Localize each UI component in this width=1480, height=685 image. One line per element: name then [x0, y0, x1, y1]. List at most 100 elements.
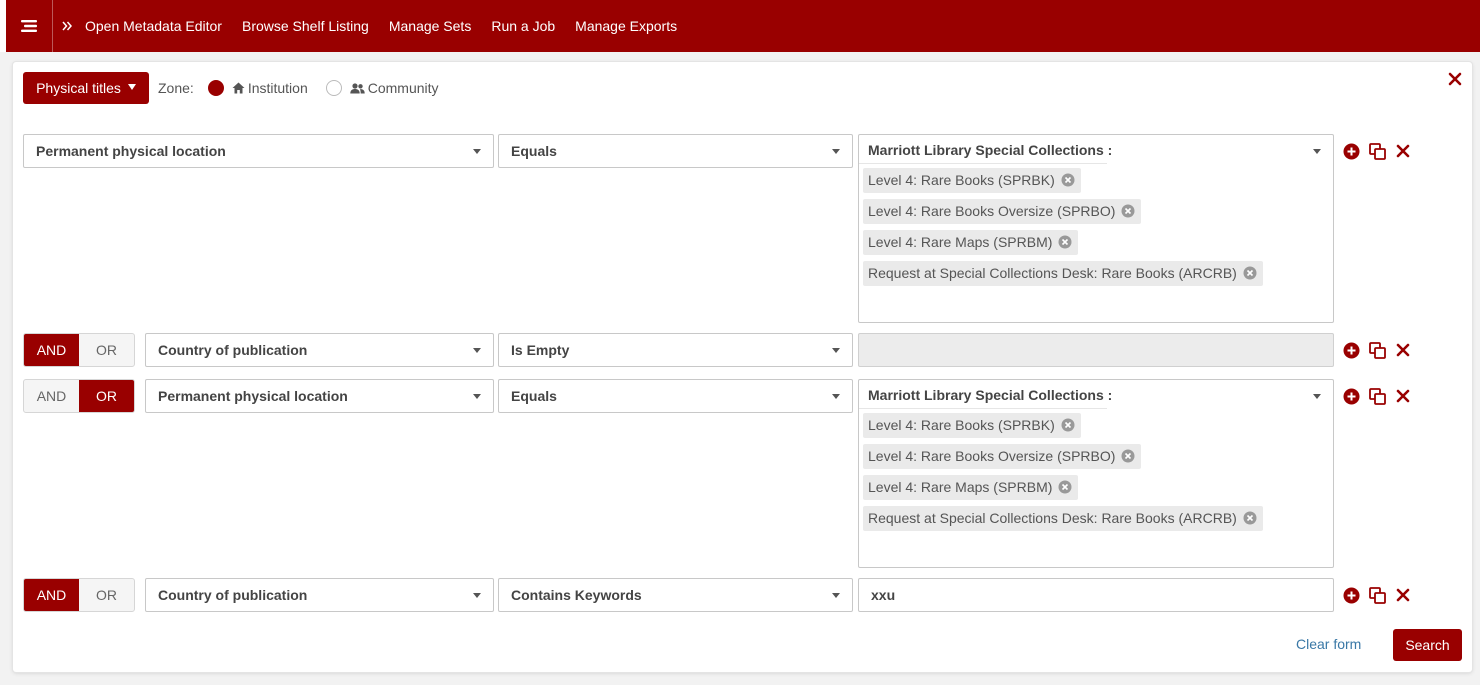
- field-select[interactable]: Permanent physical location: [145, 379, 494, 413]
- and-or-toggle: AND OR: [23, 379, 135, 413]
- and-option[interactable]: AND: [24, 334, 79, 366]
- add-condition-button[interactable]: [1342, 341, 1360, 359]
- dropdown-arrow-icon: [473, 348, 481, 353]
- row-actions: [1342, 379, 1420, 413]
- dropdown-arrow-icon: [473, 394, 481, 399]
- zone-institution-label[interactable]: Institution: [248, 80, 308, 96]
- menu-icon: [21, 20, 37, 32]
- and-option[interactable]: AND: [24, 579, 79, 611]
- operator-select[interactable]: Equals: [498, 134, 853, 168]
- and-or-toggle: AND OR: [23, 578, 135, 612]
- field-select[interactable]: Permanent physical location: [23, 134, 494, 168]
- dropdown-arrow-icon: [832, 348, 840, 353]
- search-type-dropdown[interactable]: Physical titles: [23, 72, 149, 104]
- remove-tag-icon[interactable]: [1243, 266, 1257, 280]
- dropdown-arrow-icon: [473, 149, 481, 154]
- duplicate-icon: [1368, 142, 1386, 160]
- operator-value: Is Empty: [511, 342, 570, 358]
- and-option[interactable]: AND: [24, 380, 79, 412]
- remove-condition-button[interactable]: [1394, 387, 1412, 405]
- remove-condition-button[interactable]: [1394, 586, 1412, 604]
- double-chevron-right-icon: [61, 21, 72, 31]
- value-group-label: Marriott Library Special Collections :: [868, 387, 1113, 403]
- operator-select[interactable]: Contains Keywords: [498, 578, 853, 612]
- duplicate-condition-button[interactable]: [1368, 142, 1386, 160]
- zone-selector: Zone: Institution Community: [158, 72, 439, 104]
- remove-tag-icon[interactable]: [1121, 204, 1135, 218]
- duplicate-icon: [1368, 586, 1386, 604]
- advanced-search-panel: Physical titles Zone: Institution Commun…: [13, 62, 1472, 672]
- value-tag: Level 4: Rare Books (SPRBK): [863, 168, 1081, 193]
- row-actions: [1342, 333, 1420, 367]
- remove-tag-icon[interactable]: [1058, 235, 1072, 249]
- zone-institution-radio[interactable]: [207, 80, 224, 96]
- remove-tag-icon[interactable]: [1243, 511, 1257, 525]
- remove-tag-icon[interactable]: [1121, 449, 1135, 463]
- zone-community-radio[interactable]: [325, 80, 342, 96]
- field-select[interactable]: Country of publication: [145, 578, 494, 612]
- operator-select[interactable]: Is Empty: [498, 333, 853, 367]
- and-or-toggle: AND OR: [23, 333, 135, 367]
- value-group-label: Marriott Library Special Collections :: [868, 142, 1113, 158]
- field-value: Permanent physical location: [36, 143, 226, 159]
- users-icon: [350, 82, 365, 93]
- value-group-header[interactable]: Marriott Library Special Collections :: [859, 380, 1333, 410]
- value-field-disabled: [858, 333, 1334, 367]
- or-option[interactable]: OR: [79, 579, 134, 611]
- value-multiselect[interactable]: Marriott Library Special Collections : L…: [858, 379, 1334, 568]
- expand-toolbar-button[interactable]: [56, 0, 78, 52]
- remove-icon: [1396, 389, 1410, 403]
- value-input[interactable]: xxu: [858, 578, 1334, 612]
- search-button[interactable]: Search: [1393, 629, 1462, 661]
- duplicate-icon: [1368, 341, 1386, 359]
- operator-value: Contains Keywords: [511, 587, 642, 603]
- field-value: Permanent physical location: [158, 388, 348, 404]
- zone-community-label[interactable]: Community: [368, 80, 439, 96]
- value-tag: Level 4: Rare Books Oversize (SPRBO): [863, 199, 1142, 224]
- zone-label: Zone:: [158, 80, 194, 96]
- dropdown-arrow-icon: [832, 394, 840, 399]
- add-condition-button[interactable]: [1342, 142, 1360, 160]
- remove-condition-button[interactable]: [1394, 142, 1412, 160]
- remove-tag-icon[interactable]: [1061, 173, 1075, 187]
- value-group-header[interactable]: Marriott Library Special Collections :: [859, 135, 1333, 165]
- manage-sets-link[interactable]: Manage Sets: [389, 18, 472, 34]
- or-option[interactable]: OR: [79, 380, 134, 412]
- dropdown-arrow-icon: [832, 593, 840, 598]
- dropdown-arrow-icon: [1313, 149, 1321, 154]
- add-condition-button[interactable]: [1342, 387, 1360, 405]
- field-select[interactable]: Country of publication: [145, 333, 494, 367]
- clear-form-link[interactable]: Clear form: [1296, 636, 1361, 652]
- value-multiselect[interactable]: Marriott Library Special Collections : L…: [858, 134, 1334, 323]
- field-value: Country of publication: [158, 587, 308, 603]
- value-tag: Request at Special Collections Desk: Rar…: [863, 261, 1263, 286]
- close-icon: [1448, 72, 1462, 86]
- duplicate-condition-button[interactable]: [1368, 387, 1386, 405]
- dropdown-arrow-icon: [832, 149, 840, 154]
- duplicate-condition-button[interactable]: [1368, 586, 1386, 604]
- or-option[interactable]: OR: [79, 334, 134, 366]
- remove-icon: [1396, 144, 1410, 158]
- field-value: Country of publication: [158, 342, 308, 358]
- remove-icon: [1396, 343, 1410, 357]
- value-tag: Level 4: Rare Maps (SPRBM): [863, 230, 1079, 255]
- add-circle-icon: [1343, 587, 1359, 603]
- close-panel-button[interactable]: [1448, 72, 1464, 88]
- manage-exports-link[interactable]: Manage Exports: [575, 18, 677, 34]
- add-circle-icon: [1343, 342, 1359, 358]
- run-a-job-link[interactable]: Run a Job: [491, 18, 555, 34]
- add-condition-button[interactable]: [1342, 586, 1360, 604]
- browse-shelf-listing-link[interactable]: Browse Shelf Listing: [242, 18, 369, 34]
- remove-tag-icon[interactable]: [1058, 480, 1072, 494]
- search-type-label: Physical titles: [36, 80, 121, 96]
- caret-down-icon: [127, 84, 136, 90]
- open-metadata-editor-link[interactable]: Open Metadata Editor: [85, 18, 222, 34]
- menu-button[interactable]: [6, 0, 53, 52]
- top-navigation-bar: Open Metadata Editor Browse Shelf Listin…: [6, 0, 1480, 52]
- duplicate-condition-button[interactable]: [1368, 341, 1386, 359]
- duplicate-icon: [1368, 387, 1386, 405]
- operator-select[interactable]: Equals: [498, 379, 853, 413]
- remove-icon: [1396, 588, 1410, 602]
- remove-condition-button[interactable]: [1394, 341, 1412, 359]
- remove-tag-icon[interactable]: [1061, 418, 1075, 432]
